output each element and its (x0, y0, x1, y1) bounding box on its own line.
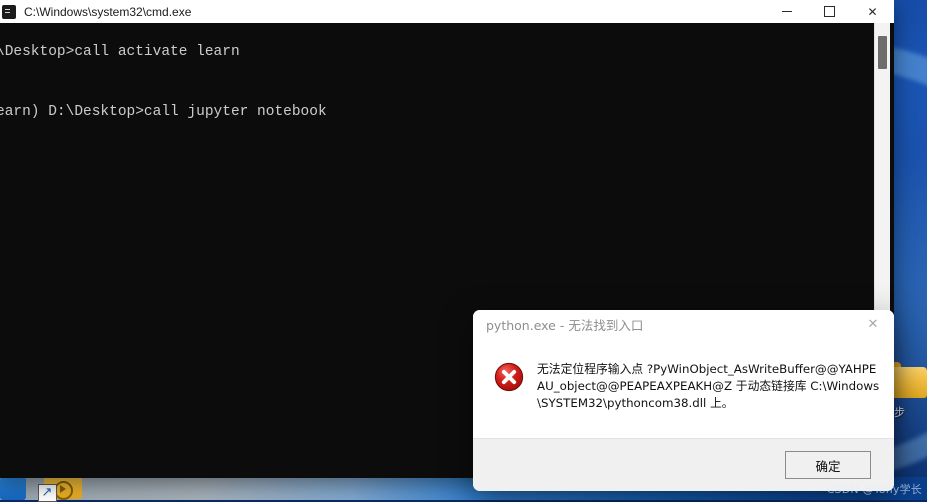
dialog-title: python.exe - 无法找到入口 (486, 318, 644, 333)
error-icon (494, 362, 524, 392)
close-icon: ✕ (867, 317, 879, 332)
minimize-icon (781, 11, 792, 12)
console-output-text: \Desktop>call activate learn earn) D:\De… (0, 44, 327, 120)
ok-button[interactable]: 确定 (785, 451, 871, 479)
dialog-content: 无法定位程序输入点 ?PyWinObject_AsWriteBuffer@@YA… (473, 339, 894, 453)
error-dialog: python.exe - 无法找到入口 ✕ 无法定位程序输入点 ?PyWinOb… (473, 310, 894, 491)
close-icon: ✕ (867, 4, 878, 19)
console-scrollbar-thumb[interactable] (878, 36, 887, 69)
shortcut-arrow-badge: ↗ (38, 484, 57, 502)
dialog-titlebar[interactable]: python.exe - 无法找到入口 (473, 310, 894, 339)
dialog-close-button[interactable]: ✕ (852, 310, 894, 339)
watermark: CSDN @Tony学长 (826, 483, 922, 496)
console-titlebar[interactable]: C:\Windows\system32\cmd.exe (0, 0, 894, 23)
play-triangle-icon (60, 485, 66, 493)
console-window-controls: ✕ (765, 0, 894, 23)
minimize-button[interactable] (765, 0, 808, 23)
taskbar-app-icon-blue[interactable] (0, 477, 26, 500)
close-button[interactable]: ✕ (851, 0, 894, 23)
maximize-icon (824, 6, 835, 17)
cmd-icon (2, 4, 16, 19)
console-title: C:\Windows\system32\cmd.exe (24, 4, 192, 19)
arrow-icon: ↗ (41, 485, 53, 500)
maximize-button[interactable] (808, 0, 851, 23)
